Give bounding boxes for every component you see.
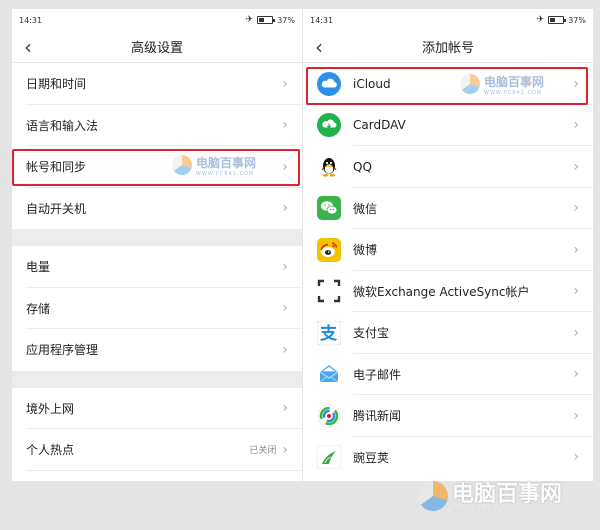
- settings-row[interactable]: 日期和时间 ›: [12, 63, 302, 105]
- highlight-box-account-sync: [12, 149, 300, 186]
- account-row[interactable]: 豌豆荚 ›: [303, 437, 593, 479]
- highlight-box-icloud: [306, 67, 588, 105]
- settings-row-label: 语言和输入法: [26, 118, 99, 133]
- exchange-icon: [317, 279, 341, 303]
- chevron-right-icon: ›: [573, 449, 579, 466]
- account-row[interactable]: CardDAV ›: [303, 105, 593, 146]
- chevron-right-icon: ›: [282, 400, 288, 417]
- chevron-right-icon: ›: [573, 158, 579, 175]
- back-arrow-icon[interactable]: ‹: [315, 37, 323, 57]
- settings-row[interactable]: 境外上网 ›: [12, 388, 302, 429]
- wechat-icon: [317, 196, 341, 221]
- airplane-mode-icon: ✈: [245, 15, 254, 25]
- email-icon: [317, 362, 341, 386]
- chevron-right-icon: ›: [282, 441, 288, 458]
- chevron-right-icon: ›: [282, 117, 288, 134]
- battery-percent: 37%: [568, 15, 586, 25]
- account-row-label: CardDAV: [353, 118, 406, 133]
- chevron-right-icon: ›: [282, 200, 288, 217]
- chevron-right-icon: ›: [282, 75, 288, 92]
- watermark-logo-icon: [418, 480, 448, 511]
- chevron-right-icon: ›: [573, 407, 579, 424]
- chevron-right-icon: ›: [573, 283, 579, 300]
- account-row[interactable]: 腾讯新闻 ›: [303, 395, 593, 437]
- settings-row[interactable]: 语言和输入法 ›: [12, 105, 302, 146]
- alipay-icon: 支: [317, 320, 341, 345]
- carddav-icon: [317, 113, 341, 138]
- account-row-label: 微信: [353, 201, 378, 216]
- battery-icon: [257, 16, 276, 24]
- account-row-label: 支付宝: [353, 326, 390, 341]
- section-divider: [12, 229, 302, 246]
- account-row[interactable]: 微信 ›: [303, 188, 593, 229]
- chevron-right-icon: ›: [573, 324, 579, 341]
- page-title: 高级设置: [130, 41, 183, 56]
- account-row-label: 电子邮件: [353, 367, 402, 382]
- account-row[interactable]: 支支付宝 ›: [303, 312, 593, 354]
- settings-row-label: 电量: [26, 260, 51, 275]
- settings-row-label: 日期和时间: [26, 77, 87, 92]
- status-time: 14:31: [310, 15, 334, 25]
- tencent-news-icon: [317, 404, 341, 428]
- account-row[interactable]: 微博 ›: [303, 229, 593, 271]
- battery-percent: 37%: [277, 15, 295, 25]
- account-row[interactable]: QQ ›: [303, 146, 593, 188]
- page-title: 添加帐号: [421, 41, 474, 56]
- settings-row-value: 已关闭: [249, 446, 277, 457]
- account-row-label: 微软Exchange ActiveSync帐户: [353, 284, 530, 299]
- title-bar: ‹ 添加帐号: [303, 31, 593, 63]
- chevron-right-icon: ›: [282, 300, 288, 317]
- weibo-icon: [317, 237, 341, 262]
- svg-text:支: 支: [320, 323, 338, 344]
- battery-icon: [548, 16, 567, 24]
- settings-row-label: 自动开关机: [26, 201, 87, 216]
- chevron-right-icon: ›: [282, 341, 288, 358]
- settings-row[interactable]: 电量 ›: [12, 246, 302, 288]
- settings-list: 日期和时间 › 语言和输入法 › 帐号和同步 › 自动开关机 › 电量 › 存储 › 应用程序管理 › 境外…: [12, 63, 302, 481]
- account-row-label: 豌豆荚: [353, 450, 390, 465]
- settings-row-label: 应用程序管理: [26, 343, 99, 358]
- wandoujia-icon: [317, 445, 341, 470]
- chevron-right-icon: ›: [282, 258, 288, 275]
- settings-row-label: 存储: [26, 301, 51, 316]
- advanced-settings-screen: 14:31 ✈ 37% ‹ 高级设置 日期和时间 › 语言和输入法 › 帐号和同步 › 自动…: [12, 9, 302, 481]
- settings-row[interactable]: 自动开关机 ›: [12, 188, 302, 230]
- title-bar: ‹ 高级设置: [12, 31, 302, 63]
- status-bar: 14:31 ✈ 37%: [303, 9, 593, 31]
- account-row-label: 腾讯新闻: [353, 409, 402, 424]
- qq-icon: [317, 155, 341, 179]
- status-bar: 14:31 ✈ 37%: [12, 9, 302, 31]
- account-row[interactable]: 电子邮件 ›: [303, 354, 593, 395]
- watermark-bottom-right: 电脑百事网 WWW.PC841.COM: [418, 476, 562, 515]
- account-row-label: 微博: [353, 243, 378, 258]
- airplane-mode-icon: ✈: [536, 15, 545, 25]
- settings-row-label: 个人热点: [26, 443, 75, 458]
- chevron-right-icon: ›: [573, 117, 579, 134]
- chevron-right-icon: ›: [573, 366, 579, 383]
- settings-row[interactable]: 应用程序管理 ›: [12, 329, 302, 371]
- section-divider: [12, 370, 302, 388]
- chevron-right-icon: ›: [573, 241, 579, 258]
- status-time: 14:31: [19, 15, 43, 25]
- settings-row[interactable]: 存储 ›: [12, 288, 302, 329]
- settings-row-label: 境外上网: [26, 401, 75, 416]
- settings-row[interactable]: VPN›: [12, 471, 302, 482]
- settings-row[interactable]: 个人热点 已关闭 ›: [12, 429, 302, 471]
- account-row-label: QQ: [353, 159, 372, 174]
- back-arrow-icon[interactable]: ‹: [24, 37, 32, 57]
- account-row[interactable]: 微软Exchange ActiveSync帐户 ›: [303, 271, 593, 312]
- account-list: iCloud › CardDAV › QQ › 微信 › 微博 › 微软Exchange Activ…: [303, 63, 593, 478]
- chevron-right-icon: ›: [573, 200, 579, 217]
